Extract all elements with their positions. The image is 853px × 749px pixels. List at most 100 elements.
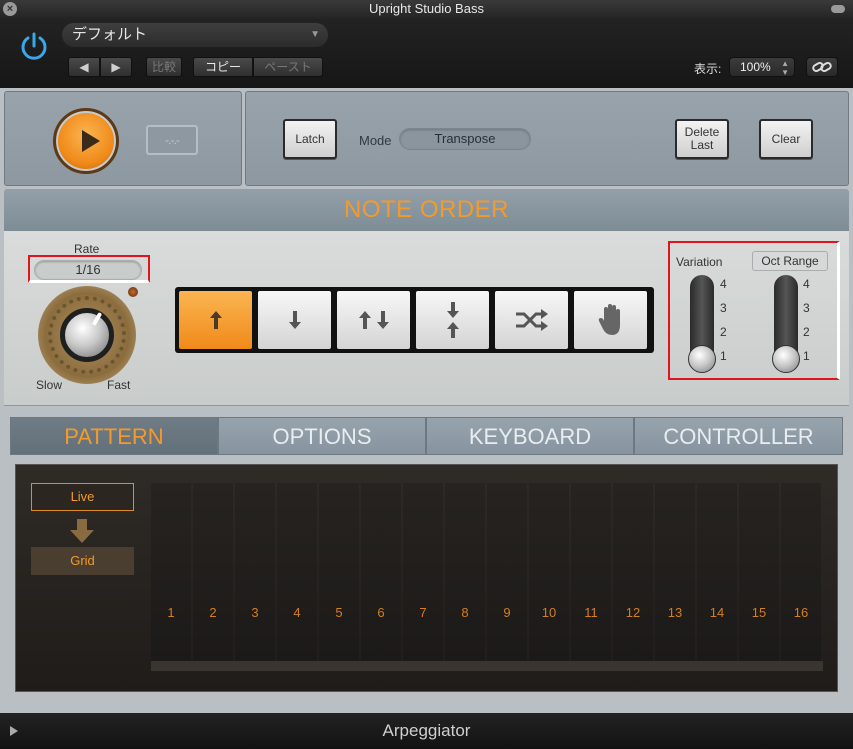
tab-controller[interactable]: CONTROLLER [634,417,843,455]
window-title: Upright Studio Bass [369,1,484,16]
play-button[interactable] [53,108,119,174]
note-order-buttons [175,287,654,353]
slow-label: Slow [36,378,63,392]
step-column[interactable] [529,483,569,661]
note-order-title: NOTE ORDER [4,189,849,231]
hand-icon [598,304,620,335]
step-column[interactable] [361,483,401,661]
prev-preset-button[interactable]: ◀ [68,57,100,77]
order-down-button[interactable] [258,291,331,349]
zoom-select[interactable]: 100% ▲ ▼ [729,57,795,77]
step-column[interactable] [697,483,737,661]
latch-button[interactable]: Latch [283,119,337,159]
clear-button[interactable]: Clear [759,119,813,159]
rate-highlight-box [28,255,150,283]
variation-slider[interactable] [688,275,716,373]
close-icon[interactable]: × [3,2,17,16]
variation-tick: 1 [720,349,727,363]
mode-label: Mode [359,133,392,148]
arrows-converge-icon [446,302,459,338]
step-column[interactable] [655,483,695,661]
order-as-played-button[interactable] [574,291,647,349]
oct-range-tick: 4 [803,277,810,291]
live-button[interactable]: Live [31,483,134,511]
order-random-button[interactable] [495,291,568,349]
step-number: 8 [461,605,469,620]
step-number: 14 [709,605,725,620]
power-icon[interactable] [18,30,50,62]
step-column[interactable] [571,483,611,661]
disclosure-triangle-icon[interactable] [10,726,18,736]
step-column[interactable] [445,483,485,661]
step-column[interactable] [613,483,653,661]
link-button[interactable] [806,57,838,77]
step-number: 6 [377,605,385,620]
variation-label: Variation [676,255,723,269]
footer-bar: Arpeggiator [0,713,853,749]
arrow-down-icon [288,311,301,329]
copy-button[interactable]: コピー [193,57,253,77]
order-up-button[interactable] [179,291,252,349]
tab-bar: PATTERN OPTIONS KEYBOARD CONTROLLER [10,417,843,455]
step-number: 11 [584,605,598,620]
step-column[interactable] [193,483,233,661]
tab-keyboard[interactable]: KEYBOARD [426,417,634,455]
arrow-up-icon [209,311,222,329]
variation-thumb[interactable] [688,345,716,373]
title-bar: × Upright Studio Bass [0,0,853,18]
step-column[interactable] [235,483,275,661]
step-number: 15 [751,605,767,620]
oct-range-label[interactable]: Oct Range [752,251,828,271]
play-icon [82,130,100,152]
step-number: 5 [335,605,343,620]
plugin-name: Arpeggiator [382,721,471,740]
delete-last-button[interactable]: Delete Last [675,119,729,159]
step-number: 12 [625,605,641,620]
compare-button[interactable]: 比較 [146,57,182,77]
display-label: 表示: [694,62,722,76]
rate-knob[interactable] [38,286,136,384]
variation-tick: 4 [720,277,727,291]
step-column[interactable] [151,483,191,661]
collapse-icon[interactable] [831,5,845,13]
step-column[interactable] [277,483,317,661]
step-number: 4 [293,605,301,620]
step-column[interactable] [781,483,821,661]
grid-button[interactable]: Grid [31,547,134,575]
arrow-down-icon [70,519,94,543]
paste-button[interactable]: ペースト [253,57,323,77]
step-column[interactable] [487,483,527,661]
step-number: 16 [793,605,809,620]
variation-tick: 2 [720,325,727,339]
order-outside-in-button[interactable] [416,291,489,349]
tab-options[interactable]: OPTIONS [218,417,426,455]
mode-select[interactable]: Transpose [399,128,531,150]
step-number: 1 [167,605,175,620]
next-preset-button[interactable]: ▶ [100,57,132,77]
fast-label: Fast [107,378,131,392]
step-column[interactable] [739,483,779,661]
note-order-section: Rate 1/16 Slow Fast Variation Oct Range … [4,231,849,406]
step-column[interactable] [403,483,443,661]
rate-label: Rate [74,242,100,256]
order-up-down-button[interactable] [337,291,410,349]
step-column[interactable] [319,483,359,661]
transport-panel: -.-.- [4,91,242,186]
preset-name: デフォルト [72,26,148,43]
tab-pattern[interactable]: PATTERN [10,417,218,455]
oct-range-thumb[interactable] [772,345,800,373]
step-number: 13 [667,605,683,620]
preset-menu[interactable]: デフォルト ▼ [62,23,328,47]
variation-tick: 3 [720,301,727,315]
step-number: 3 [251,605,259,620]
pattern-grid: Live Grid 1 2 3 4 5 6 7 8 9 10 11 12 13 14 15 16 [15,464,838,692]
oct-range-tick: 3 [803,301,810,315]
sync-indicator-icon [128,287,138,297]
knob-cap [60,308,114,362]
arrow-up-down-icon [358,311,389,329]
oct-range-tick: 2 [803,325,810,339]
link-icon [812,62,832,72]
pattern-toggle[interactable]: -.-.- [146,125,198,155]
oct-range-slider[interactable] [772,275,800,373]
oct-range-tick: 1 [803,349,810,363]
